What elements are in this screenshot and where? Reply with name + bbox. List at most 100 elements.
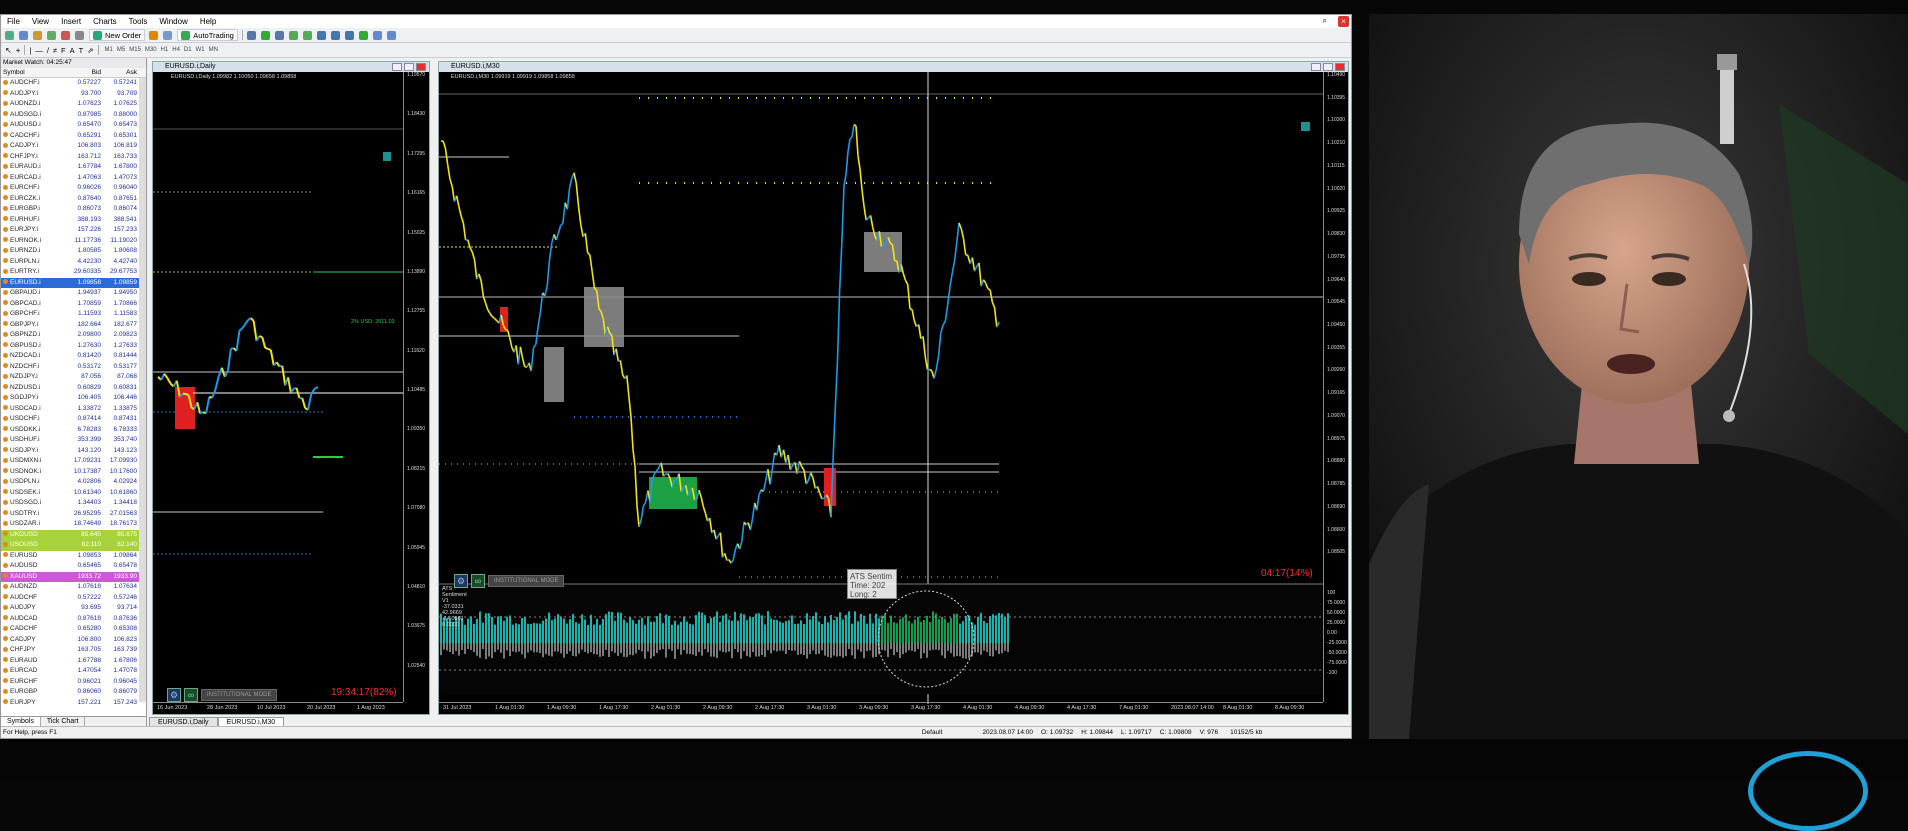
timeframe-m30[interactable]: M30 — [143, 47, 159, 53]
market-watch-row[interactable]: EURPLN.i4.422304.42740 — [1, 257, 146, 268]
market-watch-row[interactable]: EURGBP.i0.860730.86074 — [1, 204, 146, 215]
terminal-icon[interactable] — [75, 31, 84, 40]
channel-icon[interactable]: ≠ — [53, 46, 57, 55]
navigator-icon[interactable] — [61, 31, 70, 40]
col-bid[interactable]: Bid — [61, 68, 101, 77]
market-watch-row[interactable]: USDDKK.i6.782836.78333 — [1, 425, 146, 436]
autotrading-button[interactable]: AutoTrading — [177, 29, 238, 41]
autoscroll-icon[interactable] — [331, 31, 340, 40]
market-watch-row[interactable]: USDCHF.i0.874140.87431 — [1, 414, 146, 425]
market-watch-row[interactable]: AUDNZD1.076181.07634 — [1, 582, 146, 593]
fibonacci-icon[interactable]: F — [61, 46, 66, 55]
timeframe-d1[interactable]: D1 — [182, 47, 194, 53]
maximize-icon[interactable] — [404, 63, 414, 71]
minimize-icon[interactable] — [392, 63, 402, 71]
market-watch-row[interactable]: USDTRY.i26.9529527.01563 — [1, 509, 146, 520]
horizontal-line-icon[interactable]: — — [35, 46, 43, 55]
market-watch-row[interactable]: CHFJPY163.705163.739 — [1, 645, 146, 656]
metaeditor-icon[interactable] — [149, 31, 158, 40]
market-watch-row[interactable]: NZDUSD.i0.608290.60831 — [1, 383, 146, 394]
market-watch-row[interactable]: XAUUSD1933.721933.90 — [1, 572, 146, 583]
col-ask[interactable]: Ask — [101, 68, 137, 77]
menu-view[interactable]: View — [26, 17, 55, 26]
market-watch-row[interactable]: AUDCAD0.876180.87636 — [1, 614, 146, 625]
market-watch-row[interactable]: EURCAD1.470541.47078 — [1, 666, 146, 677]
signals-icon[interactable] — [163, 31, 172, 40]
market-watch-row[interactable]: USDSEK.i10.6134010.61860 — [1, 488, 146, 499]
m30-candle-chart[interactable] — [439, 72, 1323, 704]
market-watch-row[interactable]: AUDUSD.i0.654700.65473 — [1, 120, 146, 131]
market-watch-row[interactable]: NZDCHF.i0.531720.53177 — [1, 362, 146, 373]
col-symbol[interactable]: Symbol — [1, 68, 61, 77]
trendline-icon[interactable]: / — [47, 46, 49, 55]
close-icon[interactable] — [1335, 63, 1345, 71]
timeframe-h4[interactable]: H4 — [170, 47, 182, 53]
timeframe-w1[interactable]: W1 — [194, 47, 207, 53]
data-window-icon[interactable] — [47, 31, 56, 40]
link-icon[interactable]: ∞ — [471, 574, 485, 588]
market-watch-row[interactable]: GBPCAD.i1.708591.70866 — [1, 299, 146, 310]
market-watch-row[interactable]: EURCHF.i0.960260.96040 — [1, 183, 146, 194]
market-watch-row[interactable]: EURJPY157.221157.243 — [1, 698, 146, 709]
timeframe-m1[interactable]: M1 — [103, 47, 115, 53]
label-icon[interactable]: T — [79, 46, 84, 55]
new-order-button[interactable]: New Order — [89, 29, 145, 41]
market-watch-row[interactable]: USDCAD.i1.338721.33875 — [1, 404, 146, 415]
market-watch-row[interactable]: USDSGD.i1.344031.34418 — [1, 498, 146, 509]
market-watch-row[interactable]: USDMXN.i17.0923117.09930 — [1, 456, 146, 467]
market-watch-row[interactable]: USDZAR.i18.7464918.76173 — [1, 519, 146, 530]
market-watch-row[interactable]: EURNZD.i1.805851.80608 — [1, 246, 146, 257]
market-watch-row[interactable]: AUDCHF.i0.572270.57241 — [1, 78, 146, 89]
market-watch-row[interactable]: GBPAUD.i1.949371.94950 — [1, 288, 146, 299]
zoom-out-icon[interactable] — [303, 31, 312, 40]
close-icon[interactable]: × — [1338, 16, 1349, 27]
market-watch-row[interactable]: EURJPY.i157.226157.233 — [1, 225, 146, 236]
market-watch-row[interactable]: USDNOK.i10.1738710.17600 — [1, 467, 146, 478]
menu-file[interactable]: File — [1, 17, 26, 26]
market-watch-row[interactable]: CADJPY.i106.803106.819 — [1, 141, 146, 152]
market-watch-row[interactable]: GBPCHF.i1.115931.11583 — [1, 309, 146, 320]
market-watch-row[interactable]: GBPNZD.i2.098002.09823 — [1, 330, 146, 341]
link-icon[interactable]: ∞ — [184, 688, 198, 702]
arrow-icon[interactable]: ⇗ — [87, 46, 93, 55]
market-watch-row[interactable]: EURAUD.i1.677841.67800 — [1, 162, 146, 173]
settings-icon[interactable]: ⚙ — [167, 688, 181, 702]
market-watch-row[interactable]: EURCAD.i1.470631.47073 — [1, 173, 146, 184]
minimize-icon[interactable] — [1311, 63, 1321, 71]
daily-chart-window[interactable]: EURUSD.i,Daily EURUSD.i,Daily 1.09982 1.… — [152, 61, 430, 715]
zoom-in-icon[interactable] — [289, 31, 298, 40]
market-watch-row[interactable]: EURNOK.i11.1773611.19020 — [1, 236, 146, 247]
market-watch-row[interactable]: CADCHF.i0.652910.65301 — [1, 131, 146, 142]
market-watch-row[interactable]: EURTRY.i29.6033529.67753 — [1, 267, 146, 278]
market-watch-row[interactable]: CHFJPY.i163.712163.733 — [1, 152, 146, 163]
text-icon[interactable]: A — [70, 46, 75, 55]
market-watch-row[interactable]: EURCHF0.960210.96045 — [1, 677, 146, 688]
market-watch-row[interactable]: GBPJPY.i182.664182.677 — [1, 320, 146, 331]
timeframe-h1[interactable]: H1 — [159, 47, 171, 53]
market-watch-row[interactable]: EURAUD1.677881.67806 — [1, 656, 146, 667]
institutional-mode-button[interactable]: INSTITUTIONAL MODE — [488, 575, 564, 587]
vertical-line-icon[interactable]: | — [29, 46, 31, 55]
market-watch-row[interactable]: CADJPY106.800106.823 — [1, 635, 146, 646]
line-chart-icon[interactable] — [275, 31, 284, 40]
menu-charts[interactable]: Charts — [87, 17, 123, 26]
daily-candle-chart[interactable] — [153, 72, 403, 704]
market-watch-row[interactable]: EURUSD.i1.098581.09859 — [1, 278, 146, 289]
templates-icon[interactable] — [387, 31, 396, 40]
candlestick-icon[interactable] — [261, 31, 270, 40]
market-watch-row[interactable]: USOUSD82.11082.140 — [1, 540, 146, 551]
timeframe-m5[interactable]: M5 — [115, 47, 127, 53]
new-chart-icon[interactable] — [5, 31, 14, 40]
market-watch-row[interactable]: UKOUSD85.64585.675 — [1, 530, 146, 541]
menu-insert[interactable]: Insert — [55, 17, 87, 26]
profiles-icon[interactable] — [19, 31, 28, 40]
menu-tools[interactable]: Tools — [123, 17, 154, 26]
cursor-icon[interactable]: ↖ — [5, 46, 12, 55]
market-watch-row[interactable]: SGDJPY.i106.405106.446 — [1, 393, 146, 404]
bar-chart-icon[interactable] — [247, 31, 256, 40]
timeframe-mn[interactable]: MN — [207, 47, 220, 53]
market-watch-row[interactable]: USDPLN.i4.028064.02924 — [1, 477, 146, 488]
market-watch-row[interactable]: AUDJPY.i93.70093.709 — [1, 89, 146, 100]
search-icon[interactable]: ⌕ — [1317, 16, 1333, 26]
market-watch-row[interactable]: GBPUSD.i1.276301.27633 — [1, 341, 146, 352]
